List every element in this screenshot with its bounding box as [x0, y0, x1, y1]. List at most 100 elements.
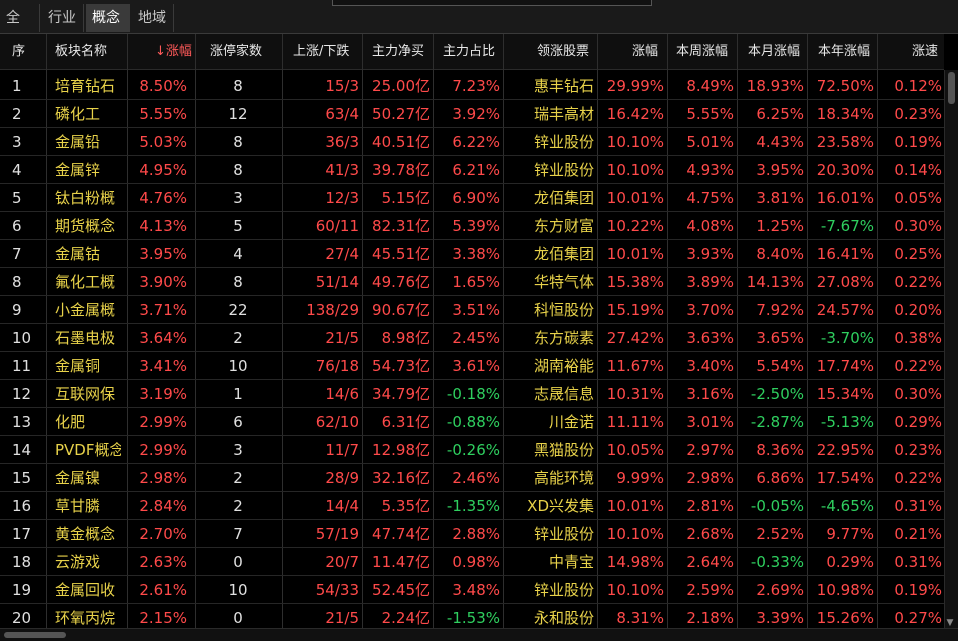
table-row[interactable]: 2 磷化工 5.55% 12 63/4 50.27亿 3.92% 瑞丰高材 16.42% 5.55…	[0, 100, 944, 128]
leading-stock[interactable]: 瑞丰高材	[506, 100, 594, 128]
table-row[interactable]: 19 金属回收 2.61% 10 54/33 52.45亿 3.48% 锌业股份 10.10% 2…	[0, 576, 944, 604]
col-header-main-net-buy[interactable]: 主力净买	[372, 34, 424, 70]
leading-stock[interactable]: 中青宝	[506, 548, 594, 576]
table-row[interactable]: 1 培育钻石 8.50% 8 15/3 25.00亿 7.23% 惠丰钻石 29.99% 8.49…	[0, 72, 944, 100]
leading-stock[interactable]: 龙佰集团	[506, 184, 594, 212]
col-header-year-change[interactable]: 本年涨幅	[818, 34, 870, 70]
table-row[interactable]: 10 石墨电极 3.64% 2 21/5 8.98亿 2.45% 东方碳素 27.42% 3.63…	[0, 324, 944, 352]
week-change: 3.93%	[686, 245, 734, 263]
leading-stock[interactable]: 锌业股份	[506, 520, 594, 548]
leading-stock[interactable]: 惠丰钻石	[506, 72, 594, 100]
leader-change: 10.10%	[606, 161, 664, 179]
main-net-buy: 5.15亿	[381, 189, 430, 207]
sector-name[interactable]: 黄金概念	[55, 520, 121, 548]
sector-name[interactable]: 石墨电极	[55, 324, 121, 352]
table-row[interactable]: 16 草甘膦 2.84% 2 14/4 5.35亿 -1.35% XD兴发集 10.01% 2.8…	[0, 492, 944, 520]
sector-name[interactable]: 金属钴	[55, 240, 121, 268]
sector-name[interactable]: 互联网保	[55, 380, 121, 408]
week-change: 4.75%	[686, 189, 734, 207]
col-header-index[interactable]: 序	[12, 34, 25, 70]
col-header-leader-change[interactable]: 涨幅	[632, 34, 658, 70]
table-row[interactable]: 17 黄金概念 2.70% 7 57/19 47.74亿 2.88% 锌业股份 10.10% 2.…	[0, 520, 944, 548]
scroll-down-arrow-icon[interactable]: ▼	[944, 618, 956, 628]
sector-change: 3.95%	[139, 245, 187, 263]
sector-name[interactable]: 金属铜	[55, 352, 121, 380]
col-header-leading-stock[interactable]: 领涨股票	[537, 34, 589, 70]
col-header-change-sorted[interactable]: ↓涨幅	[155, 34, 192, 70]
table-row[interactable]: 15 金属镍 2.98% 2 28/9 32.16亿 2.46% 高能环境 9.99% 2.98%…	[0, 464, 944, 492]
tab-all[interactable]: 全部	[0, 4, 40, 54]
limit-up-count: 12	[228, 105, 248, 123]
main-ratio: 0.98%	[452, 553, 500, 571]
leading-stock[interactable]: 华特气体	[506, 268, 594, 296]
leading-stock[interactable]: 黑猫股份	[506, 436, 594, 464]
sector-name[interactable]: 金属回收	[55, 576, 121, 604]
leading-stock[interactable]: 科恒股份	[506, 296, 594, 324]
col-header-main-ratio[interactable]: 主力占比	[443, 34, 495, 70]
leading-stock[interactable]: 东方财富	[506, 212, 594, 240]
sector-name[interactable]: 金属铅	[55, 128, 121, 156]
table-row[interactable]: 18 云游戏 2.63% 0 20/7 11.47亿 0.98% 中青宝 14.98% 2.64%…	[0, 548, 944, 576]
limit-up-count: 2	[233, 329, 243, 347]
horizontal-scrollbar[interactable]	[0, 628, 958, 641]
sector-name[interactable]: 金属锌	[55, 156, 121, 184]
leading-stock[interactable]: 高能环境	[506, 464, 594, 492]
sector-name[interactable]: 金属镍	[55, 464, 121, 492]
horizontal-scroll-thumb[interactable]	[4, 632, 66, 638]
col-header-speed[interactable]: 涨速	[912, 34, 938, 70]
up-down-count: 14/4	[325, 497, 359, 515]
col-header-up-down[interactable]: 上涨/下跌	[293, 34, 349, 70]
leading-stock[interactable]: 川金诺	[506, 408, 594, 436]
year-change: 22.95%	[816, 441, 874, 459]
sector-name[interactable]: 小金属概	[55, 296, 121, 324]
table-row[interactable]: 7 金属钴 3.95% 4 27/4 45.51亿 3.38% 龙佰集团 10.01% 3.93%…	[0, 240, 944, 268]
leading-stock[interactable]: 龙佰集团	[506, 240, 594, 268]
limit-up-count: 8	[233, 273, 243, 291]
table-row[interactable]: 9 小金属概 3.71% 22 138/29 90.67亿 3.51% 科恒股份 15.19% 3…	[0, 296, 944, 324]
sector-name[interactable]: 草甘膦	[55, 492, 121, 520]
vertical-scrollbar[interactable]	[944, 70, 958, 628]
tab-industry[interactable]: 行业	[42, 4, 84, 32]
col-header-limit-up-count[interactable]: 涨停家数	[210, 34, 262, 70]
table-row[interactable]: 14 PVDF概念 2.99% 3 11/7 12.98亿 -0.26% 黑猫股份 10.05%…	[0, 436, 944, 464]
table-row[interactable]: 4 金属锌 4.95% 8 41/3 39.78亿 6.21% 锌业股份 10.10% 4.93%…	[0, 156, 944, 184]
sector-name[interactable]: 磷化工	[55, 100, 121, 128]
sector-name[interactable]: PVDF概念	[55, 436, 121, 464]
table-row[interactable]: 5 钛白粉概 4.76% 3 12/3 5.15亿 6.90% 龙佰集团 10.01% 4.75%…	[0, 184, 944, 212]
table-row[interactable]: 13 化肥 2.99% 6 62/10 6.31亿 -0.88% 川金诺 11.11% 3.01%…	[0, 408, 944, 436]
col-header-week-change[interactable]: 本周涨幅	[676, 34, 728, 70]
sector-name[interactable]: 氟化工概	[55, 268, 121, 296]
table-row[interactable]: 8 氟化工概 3.90% 8 51/14 49.76亿 1.65% 华特气体 15.38% 3.8…	[0, 268, 944, 296]
table-row[interactable]: 3 金属铅 5.03% 8 36/3 40.51亿 6.22% 锌业股份 10.10% 5.01%…	[0, 128, 944, 156]
table-row[interactable]: 11 金属铜 3.41% 10 76/18 54.73亿 3.61% 湖南裕能 11.67% 3.…	[0, 352, 944, 380]
col-header-month-change[interactable]: 本月涨幅	[748, 34, 800, 70]
sector-change: 3.64%	[139, 329, 187, 347]
main-net-buy: 49.76亿	[372, 273, 430, 291]
col-header-sector-name[interactable]: 板块名称	[55, 34, 107, 70]
month-change: 3.65%	[756, 329, 804, 347]
year-change: 23.58%	[816, 133, 874, 151]
tab-concept[interactable]: 概念	[86, 4, 130, 32]
leading-stock[interactable]: XD兴发集	[506, 492, 594, 520]
leader-change: 10.31%	[606, 385, 664, 403]
sector-name[interactable]: 培育钻石	[55, 72, 121, 100]
leader-change: 9.99%	[616, 469, 664, 487]
leading-stock[interactable]: 锌业股份	[506, 156, 594, 184]
tab-region[interactable]: 地域	[132, 4, 174, 32]
sector-name[interactable]: 云游戏	[55, 548, 121, 576]
table-row[interactable]: 12 互联网保 3.19% 1 14/6 34.79亿 -0.18% 志晟信息 10.31% 3.…	[0, 380, 944, 408]
leading-stock[interactable]: 湖南裕能	[506, 352, 594, 380]
row-index: 12	[12, 385, 32, 403]
limit-up-count: 6	[233, 413, 243, 431]
table-row[interactable]: 6 期货概念 4.13% 5 60/11 82.31亿 5.39% 东方财富 10.22% 4.0…	[0, 212, 944, 240]
sector-change: 2.99%	[139, 441, 187, 459]
sector-name[interactable]: 期货概念	[55, 212, 121, 240]
leading-stock[interactable]: 锌业股份	[506, 128, 594, 156]
leading-stock[interactable]: 锌业股份	[506, 576, 594, 604]
sector-name[interactable]: 化肥	[55, 408, 121, 436]
sector-name[interactable]: 钛白粉概	[55, 184, 121, 212]
limit-up-count: 2	[233, 497, 243, 515]
vertical-scroll-thumb[interactable]	[948, 72, 955, 104]
leading-stock[interactable]: 志晟信息	[506, 380, 594, 408]
leading-stock[interactable]: 东方碳素	[506, 324, 594, 352]
